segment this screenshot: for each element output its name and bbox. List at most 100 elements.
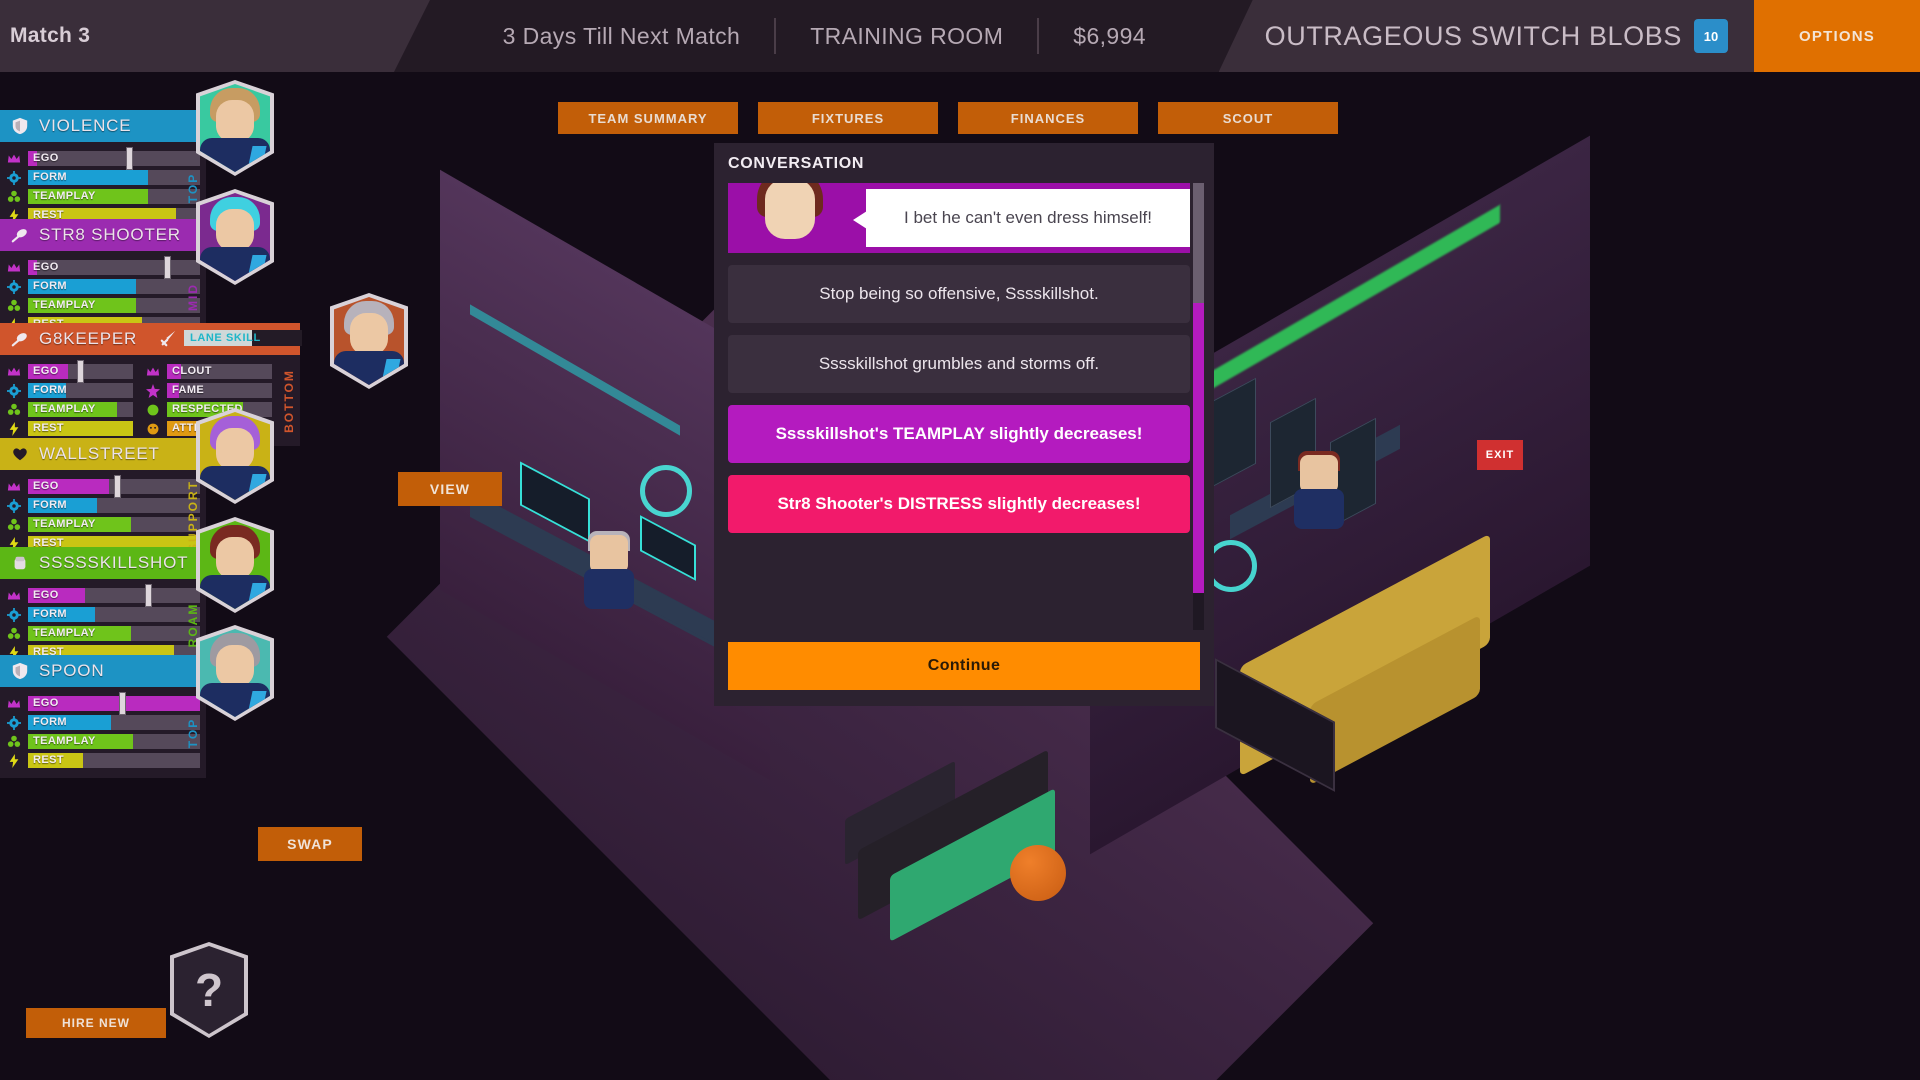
player-portrait[interactable]	[196, 189, 274, 285]
comet-icon	[10, 329, 30, 349]
hire-new-button[interactable]: HIRE NEW	[26, 1008, 166, 1038]
player-card[interactable]: SPOON EGO FORM TEAMPLAY REST TOP	[0, 625, 274, 778]
player-portrait[interactable]	[196, 517, 274, 613]
top-bar-info-group: 3 Days Till Next Match TRAINING ROOM $6,…	[430, 0, 1219, 72]
stat-bar-teamplay: TEAMPLAY	[28, 402, 133, 417]
stat-bar-clout: CLOUT	[167, 364, 272, 379]
hire-new-label: HIRE NEW	[62, 1016, 130, 1030]
shield-icon	[10, 661, 30, 681]
fist-icon	[10, 553, 30, 573]
player-name: G8KEEPER	[39, 329, 138, 348]
scrollbar-track-upper	[1193, 183, 1204, 303]
stat-row-form: FORM	[0, 168, 206, 187]
empty-slot-label: ?	[194, 964, 224, 1016]
comet-icon	[10, 225, 30, 245]
speech-text: I bet he can't even dress himself!	[904, 208, 1152, 227]
stat-bar-form: FORM	[28, 170, 200, 185]
crown-icon	[6, 260, 22, 276]
stat-row-ego: EGO	[0, 256, 206, 279]
dialog-scroll-area[interactable]: I bet he can't even dress himself! Stop …	[728, 183, 1204, 630]
stat-row-clout: CLOUT	[139, 362, 278, 381]
player-card-header: G8KEEPER LANE SKILL	[0, 323, 302, 355]
ego-marker	[126, 147, 134, 170]
heart-icon	[10, 444, 30, 464]
player-card[interactable]: VIOLENCE EGO FORM TEAMPLAY REST TOP	[0, 80, 274, 233]
target-icon	[6, 279, 22, 295]
player-portrait[interactable]	[196, 625, 274, 721]
nav-scout[interactable]: SCOUT	[1158, 102, 1338, 134]
player-name: VIOLENCE	[39, 116, 132, 135]
crown-icon	[145, 364, 161, 380]
dialog-message: Stop being so offensive, Sssskillshot.	[728, 265, 1190, 324]
stat-label: FAME	[172, 384, 205, 396]
swap-button[interactable]: SWAP	[258, 827, 362, 861]
room-character-right	[1290, 451, 1348, 529]
stat-column-left: EGO FORM TEAMPLAY REST	[0, 360, 139, 438]
view-label: VIEW	[429, 481, 471, 497]
lane-skill-group: LANE SKILL	[160, 329, 302, 347]
stat-row-ego: EGO	[0, 475, 206, 498]
swap-label: SWAP	[287, 836, 333, 852]
nav-label: FIXTURES	[811, 110, 885, 126]
target-icon	[6, 170, 22, 186]
team-name: OUTRAGEOUS SWITCH BLOBS	[1264, 20, 1682, 51]
nav-finances[interactable]: FINANCES	[958, 102, 1138, 134]
dialog-scrollbar[interactable]	[1193, 183, 1204, 630]
team-identity[interactable]: OUTRAGEOUS SWITCH BLOBS 10	[1218, 0, 1754, 72]
stat-row-ego: EGO	[0, 147, 206, 170]
stat-label: CLOUT	[172, 365, 212, 377]
nav-fixtures[interactable]: FIXTURES	[758, 102, 938, 134]
crown-icon	[6, 364, 22, 380]
player-card[interactable]: WALLSTREET EGO FORM TEAMPLAY REST SUPPORT	[0, 408, 274, 561]
empty-player-slot[interactable]: ?	[170, 942, 248, 1038]
dialog-message: Sssskillshot's TEAMPLAY slightly decreas…	[728, 405, 1190, 464]
continue-button[interactable]: Continue	[728, 642, 1200, 690]
ego-marker	[114, 475, 121, 498]
stat-label: EGO	[33, 480, 59, 492]
stat-bar-teamplay: TEAMPLAY	[28, 298, 200, 313]
stat-row-form: FORM	[0, 277, 206, 296]
options-button[interactable]: OPTIONS	[1754, 0, 1920, 72]
scrollbar-thumb[interactable]	[1193, 303, 1204, 593]
player-portrait[interactable]	[196, 80, 274, 176]
stat-bar-form: FORM	[28, 279, 200, 294]
crown-icon	[6, 588, 22, 604]
stat-row-ego: EGO	[0, 360, 139, 383]
stat-bar-ego: EGO	[28, 584, 200, 607]
crown-icon	[6, 479, 22, 495]
stat-label: TEAMPLAY	[33, 299, 96, 311]
stat-label: EGO	[33, 152, 59, 164]
top-bar: Match 3 3 Days Till Next Match TRAINING …	[0, 0, 1920, 72]
target-icon	[6, 498, 22, 514]
conversation-dialog: CONVERSATION I bet he can't even dress h…	[714, 143, 1214, 706]
clover-icon	[6, 517, 22, 533]
ego-marker	[119, 692, 127, 715]
player-portrait[interactable]	[330, 293, 408, 389]
continue-label: Continue	[927, 657, 1001, 674]
stat-bar-teamplay: TEAMPLAY	[28, 626, 200, 641]
view-button[interactable]: VIEW	[398, 472, 502, 506]
ego-marker	[144, 584, 152, 607]
sword-icon	[160, 329, 178, 347]
stat-bar-ego: EGO	[28, 360, 133, 383]
stat-bar-rest: REST	[28, 753, 200, 768]
stat-label: FORM	[33, 716, 67, 728]
player-name: SPOON	[39, 661, 105, 680]
nav-label: SCOUT	[1222, 110, 1274, 126]
player-name: STR8 SHOOTER	[39, 225, 181, 244]
bolt-icon	[6, 753, 22, 769]
clover-icon	[6, 626, 22, 642]
player-card-header: SSSSSKILLSHOT	[0, 547, 206, 579]
stat-label: EGO	[33, 589, 59, 601]
nav-team-summary[interactable]: TEAM SUMMARY	[558, 102, 738, 134]
player-card-stats: EGO FORM TEAMPLAY REST TOP	[0, 687, 206, 778]
match-label: Match 3	[10, 24, 91, 47]
ring-light-left	[640, 465, 692, 517]
dialog-message: Str8 Shooter's DISTRESS slightly decreas…	[728, 475, 1190, 534]
player-card[interactable]: SSSSSKILLSHOT EGO FORM TEAMPLAY REST ROAM	[0, 517, 274, 670]
player-portrait[interactable]	[196, 408, 274, 504]
stat-bar-teamplay: TEAMPLAY	[28, 517, 200, 532]
player-card-header: STR8 SHOOTER	[0, 219, 206, 251]
stat-row-ego: EGO	[0, 692, 206, 715]
stat-label: TEAMPLAY	[33, 735, 96, 747]
